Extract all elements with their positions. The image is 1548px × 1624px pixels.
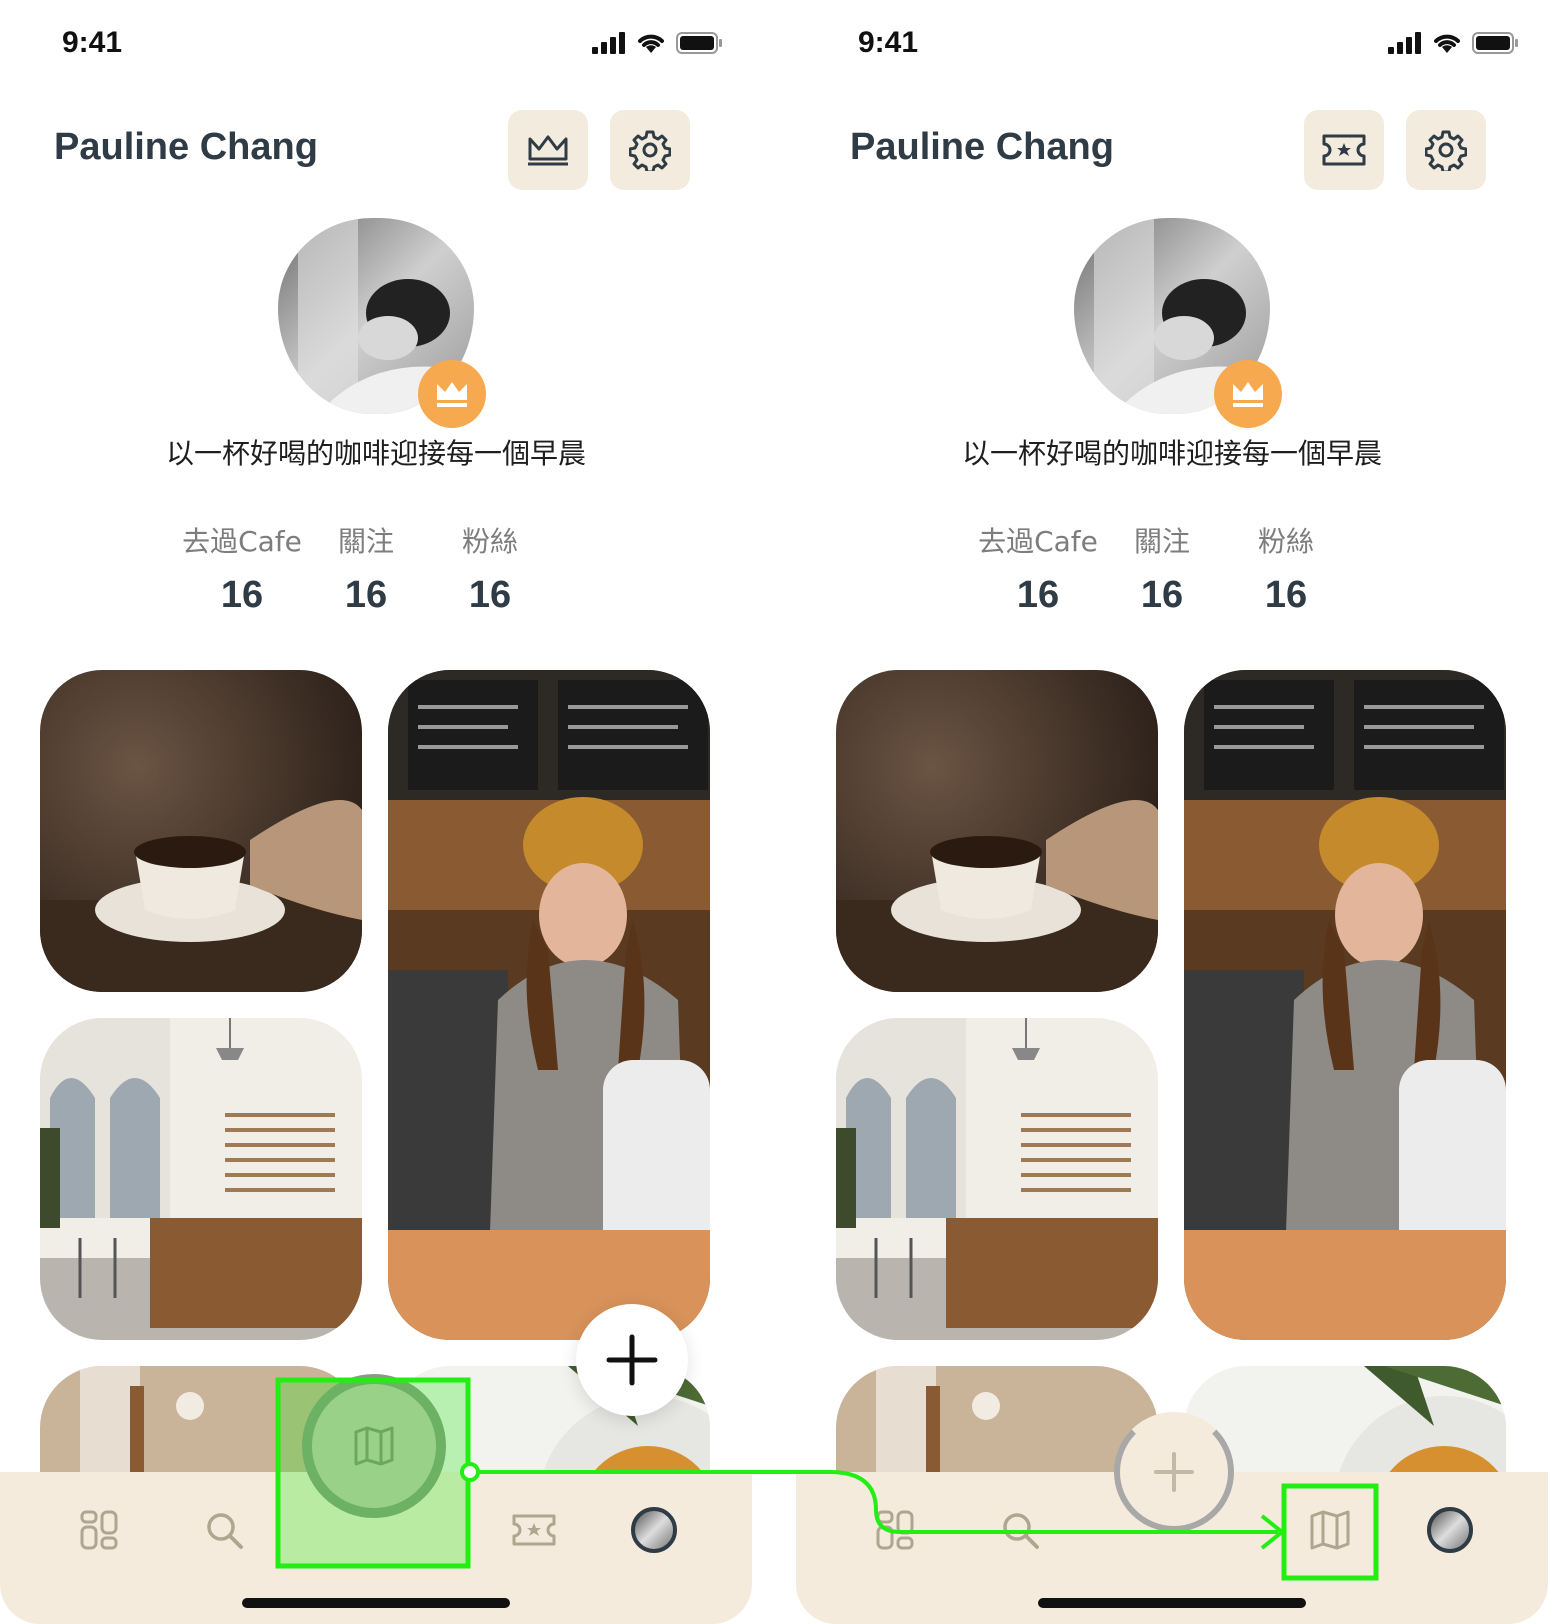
profile-name: Pauline Chang [850,126,1114,168]
tab-home[interactable] [866,1500,926,1560]
phone-screen-after: 9:41 Pauline Chang 以一杯好喝的咖啡迎接每一個早晨 去過Caf… [796,0,1548,1624]
tab-search[interactable] [990,1500,1050,1560]
profile-avatar[interactable] [1074,218,1282,428]
stat-label: 粉絲 [461,525,518,558]
profile-name: Pauline Chang [54,126,318,168]
map-icon [354,1426,394,1466]
photo-cafe-interior[interactable] [836,1018,1158,1340]
stat-value: 16 [1264,574,1308,616]
settings-button[interactable] [610,110,690,190]
tab-profile[interactable] [1420,1500,1480,1560]
tab-coupons[interactable] [504,1500,564,1560]
photo-cafe-interior[interactable] [40,1018,362,1340]
tab-map-active[interactable] [302,1374,446,1518]
battery-icon [1472,32,1518,54]
stat-label: 去過Cafe [182,525,302,558]
gear-icon [1425,130,1467,171]
stat-label: 去過Cafe [978,525,1098,558]
tab-search[interactable] [194,1500,254,1560]
profile-bio: 以一杯好喝的咖啡迎接每一個早晨 [961,437,1382,470]
signal-icon [592,32,625,54]
wifi-icon [638,34,664,53]
avatar [631,1507,677,1553]
stat-value: 16 [344,574,388,616]
stat-value: 16 [1016,574,1060,616]
stat-following[interactable]: 關注 16 [1092,520,1232,617]
stat-followers[interactable]: 粉絲 16 [1216,520,1356,617]
avatar [1427,1507,1473,1553]
stat-visited-cafe[interactable]: 去過Cafe 16 [172,520,312,617]
crown-icon [528,135,568,166]
wifi-icon [1434,34,1460,53]
stat-label: 關注 [1133,525,1190,558]
add-post-button[interactable] [1114,1412,1234,1532]
grid-icon [876,1510,914,1550]
stat-visited-cafe[interactable]: 去過Cafe 16 [968,520,1108,617]
profile-bio: 以一杯好喝的咖啡迎接每一個早晨 [165,437,586,470]
premium-badge [418,360,486,428]
signal-icon [1388,32,1421,54]
battery-icon [676,32,722,54]
photo-barista[interactable] [1184,670,1506,1340]
stat-following[interactable]: 關注 16 [296,520,436,617]
grid-icon [80,1510,118,1550]
tab-profile[interactable] [624,1500,684,1560]
photo-barista[interactable] [388,670,710,1340]
stat-label: 粉絲 [1257,525,1314,558]
search-icon [207,1513,243,1549]
photo-coffee-cup[interactable] [836,670,1158,992]
stat-value: 16 [1140,574,1184,616]
membership-button[interactable] [508,110,588,190]
crown-icon [1233,382,1263,407]
plus-icon [1154,1452,1194,1492]
settings-button[interactable] [1406,110,1486,190]
crown-icon [437,382,467,407]
tab-map[interactable] [1300,1500,1360,1560]
plus-icon [606,1334,658,1386]
stat-value: 16 [468,574,512,616]
gear-icon [629,130,671,171]
search-icon [1003,1513,1039,1549]
tab-home[interactable] [70,1500,130,1560]
phone-screen-before: 9:41 Pauline Chang 以一杯好喝的咖啡迎接每一個早晨 去過Caf… [0,0,752,1624]
add-post-button[interactable] [576,1304,688,1416]
profile-avatar[interactable] [278,218,486,428]
home-indicator [242,1598,510,1608]
home-indicator [1038,1598,1306,1608]
status-time: 9:41 [858,26,919,59]
stat-value: 16 [220,574,264,616]
premium-badge [1214,360,1282,428]
status-time: 9:41 [62,26,123,59]
photo-coffee-cup[interactable] [40,670,362,992]
map-icon [1310,1510,1350,1550]
status-icons [1388,32,1518,54]
stat-label: 關注 [337,525,394,558]
coupons-button[interactable] [1304,110,1384,190]
ticket-star-icon [512,1514,556,1546]
ticket-star-icon [1322,134,1366,166]
status-icons [592,32,722,54]
stat-followers[interactable]: 粉絲 16 [420,520,560,617]
